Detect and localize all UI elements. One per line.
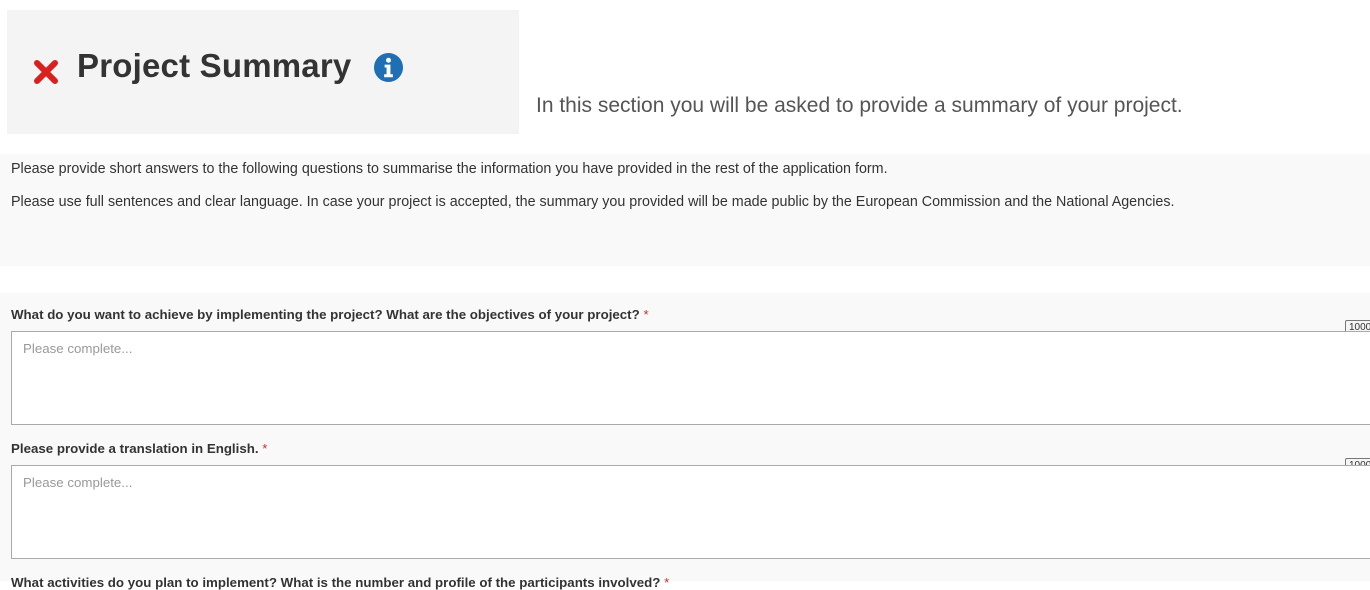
section-description: In this section you will be asked to pro… (536, 94, 1183, 117)
intro-text: Please use full sentences and clear lang… (11, 194, 1175, 210)
required-marker: * (664, 575, 670, 590)
question-label: What activities do you plan to implement… (11, 575, 670, 590)
question-label: What do you want to achieve by implement… (11, 307, 649, 322)
questions-panel: What do you want to achieve by implement… (0, 293, 1370, 590)
question-label: Please provide a translation in English.… (11, 441, 268, 456)
page-title: Project Summary (77, 47, 352, 84)
close-icon (34, 60, 58, 84)
translation-textarea[interactable]: Please complete... (11, 465, 1370, 559)
objectives-textarea[interactable]: Please complete... (11, 331, 1370, 425)
textarea-placeholder: Please complete... (23, 475, 133, 490)
textarea-placeholder: Please complete... (23, 341, 133, 356)
intro-text: Please provide short answers to the foll… (11, 161, 888, 177)
intro-panel: Please provide short answers to the foll… (0, 154, 1370, 266)
section-header: Project Summary (7, 10, 519, 134)
required-marker: * (643, 307, 649, 322)
required-marker: * (262, 441, 268, 456)
info-icon[interactable] (373, 52, 404, 83)
